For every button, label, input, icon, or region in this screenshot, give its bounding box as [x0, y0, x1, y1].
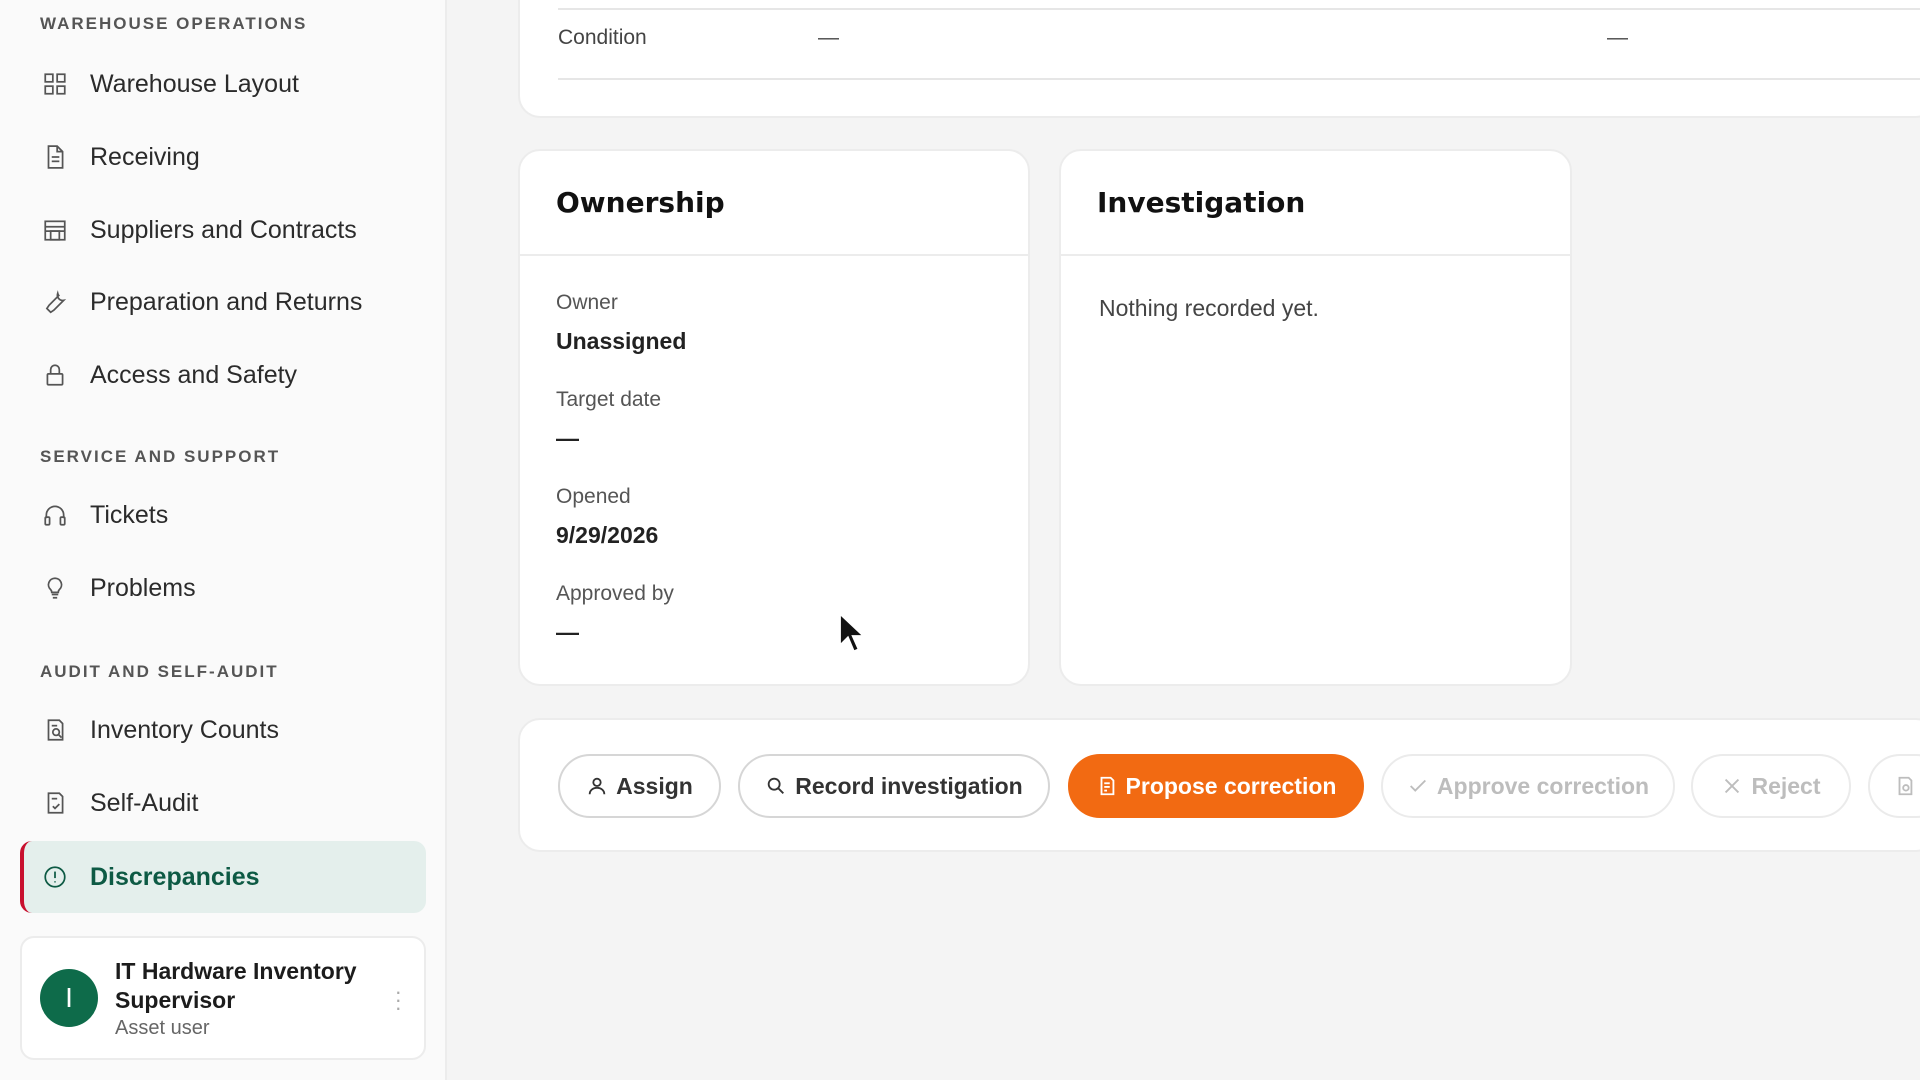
- sidebar-item-problems[interactable]: Problems: [20, 552, 426, 624]
- sidebar-item-label: Preparation and Returns: [90, 287, 363, 316]
- sidebar-item-inventory-counts[interactable]: Inventory Counts: [20, 694, 426, 766]
- clipboard-search-icon: [40, 715, 70, 745]
- button-label: Assign: [616, 772, 693, 799]
- button-label: Reject: [1751, 772, 1821, 799]
- document-icon: [40, 142, 70, 172]
- user-name: IT Hardware Inventory Supervisor: [115, 957, 357, 1013]
- storefront-icon: [40, 215, 70, 245]
- opened-label: Opened: [556, 485, 631, 508]
- investigation-header: Investigation: [1061, 151, 1570, 256]
- check-icon: [1409, 779, 1426, 792]
- condition-label: Condition: [558, 26, 647, 49]
- empty-state-text: Nothing recorded yet.: [1099, 295, 1319, 321]
- sidebar-item-warehouse-layout[interactable]: Warehouse Layout: [20, 48, 426, 120]
- search-icon: [768, 777, 785, 794]
- more-actions-button[interactable]: [1868, 754, 1920, 818]
- sidebar-item-tickets[interactable]: Tickets: [20, 479, 426, 551]
- sidebar-item-label: Self-Audit: [90, 788, 199, 817]
- button-label: Record investigation: [795, 772, 1023, 799]
- approved-by-label: Approved by: [556, 582, 674, 605]
- lightbulb-icon: [40, 573, 70, 603]
- panel-title: Ownership: [556, 186, 725, 219]
- button-label: Propose correction: [1125, 772, 1337, 799]
- approve-correction-button[interactable]: Approve correction: [1381, 754, 1675, 818]
- target-date-label: Target date: [556, 388, 662, 411]
- sidebar-item-suppliers-and-contracts[interactable]: Suppliers and Contracts: [20, 194, 426, 266]
- sidebar-item-label: Discrepancies: [90, 862, 260, 891]
- section-title-warehouse-operations: WAREHOUSE OPERATIONS: [40, 14, 308, 33]
- record-investigation-button[interactable]: Record investigation: [738, 754, 1050, 818]
- sidebar-item-label: Suppliers and Contracts: [90, 215, 357, 244]
- sidebar-item-label: Receiving: [90, 142, 200, 171]
- headset-icon: [40, 500, 70, 530]
- sidebar-item-label: Problems: [90, 573, 196, 602]
- condition-value: —: [818, 26, 839, 49]
- lock-icon: [40, 360, 70, 390]
- panel-title: Investigation: [1097, 186, 1306, 219]
- sidebar: WAREHOUSE OPERATIONS Warehouse Layout Re…: [0, 0, 447, 1080]
- more-options-icon[interactable]: · · ·: [395, 981, 402, 1019]
- details-card: Condition — —: [518, 0, 1920, 118]
- mouse-cursor-icon: [838, 612, 867, 654]
- approved-by-value: —: [556, 619, 579, 645]
- owner-value: Unassigned: [556, 328, 687, 354]
- divider: [558, 78, 1920, 80]
- divider: [558, 8, 1920, 10]
- ownership-card: Ownership Owner Unassigned Target date —…: [518, 149, 1030, 686]
- user-card[interactable]: I IT Hardware Inventory Supervisor Asset…: [20, 936, 426, 1060]
- action-bar: Assign Record investigation Propose corr…: [518, 718, 1920, 852]
- reject-button[interactable]: Reject: [1691, 754, 1851, 818]
- button-label: Approve correction: [1436, 772, 1650, 799]
- condition-value: —: [1607, 26, 1628, 49]
- sidebar-item-discrepancies[interactable]: Discrepancies: [20, 841, 426, 913]
- sidebar-item-label: Access and Safety: [90, 360, 298, 389]
- avatar: I: [40, 969, 98, 1027]
- person-icon: [588, 777, 606, 795]
- user-role: Asset user: [115, 1016, 210, 1039]
- sidebar-item-self-audit[interactable]: Self-Audit: [20, 767, 426, 839]
- opened-value: 9/29/2026: [556, 522, 659, 548]
- assign-button[interactable]: Assign: [558, 754, 721, 818]
- user-info: IT Hardware Inventory Supervisor Asset u…: [115, 957, 385, 1040]
- grid-icon: [40, 69, 70, 99]
- wrench-icon: [40, 287, 70, 317]
- sidebar-item-receiving[interactable]: Receiving: [20, 121, 426, 193]
- section-title-audit-and-self-audit: AUDIT AND SELF-AUDIT: [40, 662, 279, 681]
- ownership-header: Ownership: [520, 151, 1028, 256]
- alert-circle-icon: [40, 862, 70, 892]
- sidebar-item-access-and-safety[interactable]: Access and Safety: [20, 339, 426, 411]
- section-title-service-and-support: SERVICE AND SUPPORT: [40, 447, 281, 466]
- sidebar-item-preparation-and-returns[interactable]: Preparation and Returns: [20, 266, 426, 338]
- clipboard-check-icon: [40, 788, 70, 818]
- close-icon: [1725, 778, 1740, 794]
- sidebar-item-label: Tickets: [90, 500, 169, 529]
- target-date-value: —: [556, 425, 579, 451]
- sidebar-item-label: Warehouse Layout: [90, 69, 299, 98]
- investigation-card: Investigation Nothing recorded yet.: [1059, 149, 1572, 686]
- clipboard-edit-icon: [1100, 776, 1114, 796]
- propose-correction-button[interactable]: Propose correction: [1068, 754, 1364, 818]
- owner-label: Owner: [556, 291, 618, 314]
- clipboard-icon: [1898, 776, 1913, 796]
- sidebar-item-label: Inventory Counts: [90, 715, 279, 744]
